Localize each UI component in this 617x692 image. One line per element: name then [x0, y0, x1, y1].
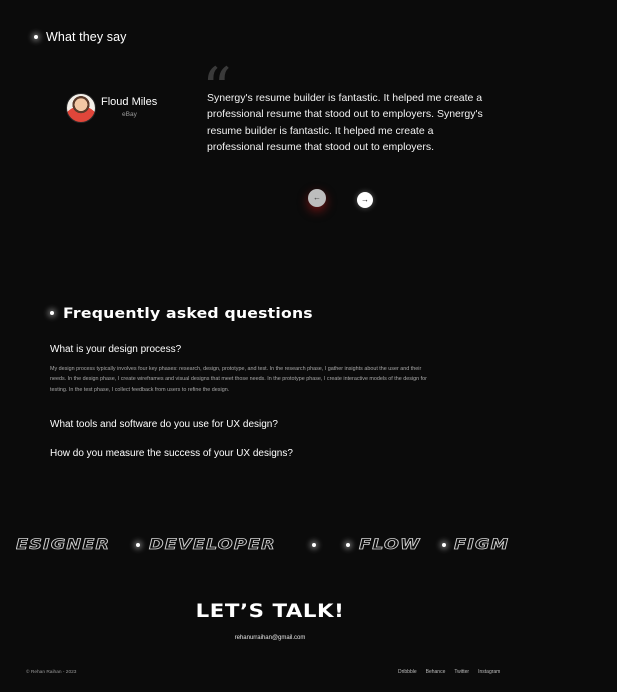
footer-social-links: Dribbble Behance Twitter Instagram	[398, 669, 500, 675]
footer-copyright: © Rehan Raihan - 2023	[26, 670, 77, 675]
testimonials-heading: What they say	[46, 30, 127, 44]
faq-question[interactable]: How do you measure the success of your U…	[50, 448, 293, 459]
marquee-separator-dot	[136, 543, 140, 547]
marquee-word: FIGM	[453, 536, 510, 553]
email-link[interactable]: rehanurraihan@gmail.com	[0, 635, 540, 641]
section-marker-dot	[34, 35, 38, 39]
marquee-separator-dot	[442, 543, 446, 547]
section-marker-dot	[50, 311, 54, 315]
behance-link[interactable]: Behance	[426, 669, 446, 675]
marquee-group: FLOW	[358, 536, 419, 554]
marquee-group: DEVELOPER	[149, 536, 276, 554]
faq-title: Frequently asked questions	[63, 306, 313, 322]
testimonial-quote: Synergy's resume builder is fantastic. I…	[207, 92, 483, 154]
avatar	[66, 93, 96, 123]
author-company: eBay	[122, 111, 137, 118]
marquee-separator-dot	[346, 543, 350, 547]
faq-question[interactable]: What tools and software do you use for U…	[50, 419, 278, 430]
dribbble-link[interactable]: Dribbble	[398, 669, 417, 675]
arrow-left-icon: ←	[313, 193, 321, 202]
testimonial-author: Floud Miles eBay	[66, 93, 216, 133]
previous-testimonial-button[interactable]: ←	[308, 189, 326, 207]
arrow-right-icon: →	[361, 195, 369, 204]
marquee-word: ESIGNER	[16, 536, 111, 553]
marquee-group: FIGM	[453, 536, 508, 554]
marquee-word: FLOW	[358, 536, 421, 553]
marquee-word: DEVELOPER	[149, 536, 276, 553]
instagram-link[interactable]: Instagram	[478, 669, 500, 675]
next-testimonial-button[interactable]: →	[357, 192, 373, 208]
faq-question[interactable]: What is your design process?	[50, 344, 181, 355]
marquee-group: ESIGNER	[16, 536, 110, 554]
skills-marquee: ESIGNER DEVELOPER FLOW FIGM	[16, 536, 526, 554]
faq-answer: My design process typically involves fou…	[50, 366, 427, 393]
cta-title: LET’S TALK!	[195, 600, 345, 622]
author-name: Floud Miles	[101, 96, 158, 108]
twitter-link[interactable]: Twitter	[454, 669, 469, 675]
marquee-separator-dot	[312, 543, 316, 547]
